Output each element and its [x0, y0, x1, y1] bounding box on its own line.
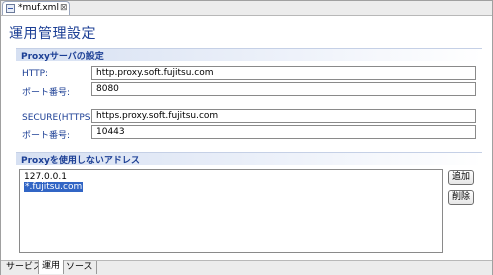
- editor-tab-strip: *muf.xml ⊠: [1, 1, 492, 16]
- bypass-section-title: Proxyを使用しないアドレス: [21, 156, 140, 166]
- http-port-label: ポート番号:: [22, 88, 71, 98]
- tab-source[interactable]: ソース: [63, 261, 97, 274]
- close-icon[interactable]: ⊠: [60, 3, 68, 13]
- https-proxy-field[interactable]: https.proxy.soft.fujitsu.com: [91, 109, 476, 123]
- delete-button[interactable]: 削除: [448, 190, 474, 205]
- http-label: HTTP:: [22, 69, 49, 79]
- proxy-section-title: Proxyサーバの設定: [21, 52, 104, 62]
- https-port-label: ポート番号:: [22, 131, 71, 141]
- bypass-address-list[interactable]: 127.0.0.1 *.fujitsu.com: [19, 169, 443, 253]
- list-item-text: *.fujitsu.com: [24, 182, 84, 192]
- http-proxy-field[interactable]: http.proxy.soft.fujitsu.com: [91, 66, 476, 80]
- editor-frame: *muf.xml ⊠ 運用管理設定 Proxyサーバの設定 HTTP: http…: [0, 0, 493, 275]
- tab-operation[interactable]: 運用: [38, 260, 65, 274]
- add-button[interactable]: 追加: [448, 170, 474, 185]
- xml-file-icon: [6, 4, 15, 13]
- page-tab-strip: サービス 運用 ソース: [1, 260, 492, 275]
- editor-tab-title: *muf.xml: [18, 3, 59, 13]
- https-port-field[interactable]: 10443: [91, 125, 476, 139]
- proxy-section-header[interactable]: Proxyサーバの設定: [16, 48, 482, 62]
- https-label: SECURE(HTTPS):: [22, 113, 98, 123]
- http-port-field[interactable]: 8080: [91, 82, 476, 96]
- editor-tab-muf-xml[interactable]: *muf.xml ⊠: [2, 1, 70, 15]
- bypass-section-header[interactable]: Proxyを使用しないアドレス: [16, 152, 482, 166]
- list-item[interactable]: 127.0.0.1: [24, 172, 438, 182]
- list-item-selected[interactable]: *.fujitsu.com: [24, 182, 438, 192]
- page-title: 運用管理設定: [9, 26, 96, 42]
- list-item-text: 127.0.0.1: [24, 172, 67, 182]
